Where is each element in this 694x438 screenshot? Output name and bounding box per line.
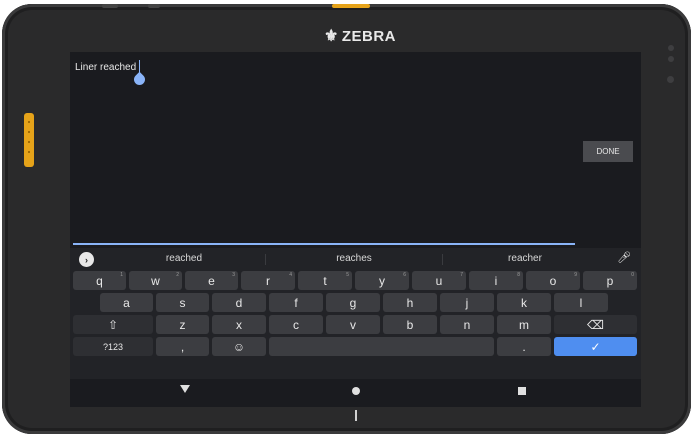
recents-square-icon[interactable] <box>518 387 526 395</box>
text-editor[interactable]: Liner reached <box>75 62 136 73</box>
suggestion-1[interactable]: reached <box>134 253 234 264</box>
symbols-key[interactable]: ?123 <box>73 337 153 356</box>
key-i[interactable]: i8 <box>469 271 523 290</box>
key-v[interactable]: v <box>326 315 380 334</box>
brand-logo: ⚜ ZEBRA <box>324 26 396 46</box>
key-q[interactable]: q1 <box>73 271 126 290</box>
screen: Liner reached DONE › reached reaches rea… <box>70 52 641 407</box>
key-l[interactable]: l <box>554 293 608 312</box>
key-h[interactable]: h <box>383 293 437 312</box>
key-k[interactable]: k <box>497 293 551 312</box>
key-e[interactable]: e3 <box>185 271 238 290</box>
zebra-logo-icon: ⚜ <box>324 28 339 45</box>
suggestion-strip: › reached reaches reacher 🎤︎ <box>70 248 641 270</box>
key-c[interactable]: c <box>269 315 323 334</box>
camera-dot <box>667 76 674 83</box>
key-m[interactable]: m <box>497 315 551 334</box>
period-key[interactable]: . <box>497 337 551 356</box>
top-button-scan <box>332 4 370 8</box>
key-s[interactable]: s <box>156 293 209 312</box>
sensor-dot-2 <box>668 56 674 62</box>
enter-key[interactable]: ✓ <box>554 337 637 356</box>
shift-key[interactable]: ⇧ <box>73 315 153 334</box>
emoji-key[interactable]: ☺ <box>212 337 266 356</box>
key-a[interactable]: a <box>100 293 153 312</box>
key-r[interactable]: r4 <box>241 271 295 290</box>
key-y[interactable]: y6 <box>355 271 409 290</box>
suggestion-divider <box>265 254 266 265</box>
navigation-bar <box>70 379 641 407</box>
top-button-mid <box>148 4 160 8</box>
chevron-right-icon[interactable]: › <box>79 252 94 267</box>
sensor-dot-1 <box>668 45 674 51</box>
input-underline <box>73 243 575 245</box>
check-icon: ✓ <box>590 339 601 354</box>
key-w[interactable]: w2 <box>129 271 182 290</box>
top-button-left <box>102 4 118 8</box>
home-circle-icon[interactable] <box>352 387 360 395</box>
emoji-icon: ☺ <box>232 339 246 354</box>
microphone-icon[interactable]: 🎤︎ <box>617 251 631 264</box>
side-scan-button[interactable] <box>24 113 34 167</box>
suggestion-2[interactable]: reaches <box>304 253 404 264</box>
brand-name: ZEBRA <box>341 27 397 45</box>
comma-key[interactable]: , <box>156 337 209 356</box>
key-j[interactable]: j <box>440 293 494 312</box>
key-u[interactable]: u7 <box>412 271 466 290</box>
done-button[interactable]: DONE <box>583 141 633 162</box>
cursor-handle[interactable] <box>131 71 148 88</box>
key-p[interactable]: p0 <box>583 271 637 290</box>
soft-keyboard: › reached reaches reacher 🎤︎ q1 w2 e3 r4… <box>70 248 641 379</box>
bottom-indicator <box>355 410 357 421</box>
key-z[interactable]: z <box>156 315 209 334</box>
tablet-device: ⚜ ZEBRA Liner reached DONE › reached rea… <box>2 4 691 434</box>
suggestion-3[interactable]: reacher <box>475 253 575 264</box>
key-x[interactable]: x <box>212 315 266 334</box>
key-o[interactable]: o9 <box>526 271 580 290</box>
backspace-icon: ⌫ <box>587 317 604 332</box>
editor-text: Liner reached <box>75 62 137 73</box>
suggestion-divider <box>442 254 443 265</box>
shift-icon: ⇧ <box>107 317 119 332</box>
key-f[interactable]: f <box>269 293 323 312</box>
key-n[interactable]: n <box>440 315 494 334</box>
key-g[interactable]: g <box>326 293 380 312</box>
space-bar[interactable] <box>269 337 494 356</box>
backspace-key[interactable]: ⌫ <box>554 315 637 334</box>
key-d[interactable]: d <box>212 293 266 312</box>
key-t[interactable]: t5 <box>298 271 352 290</box>
key-b[interactable]: b <box>383 315 437 334</box>
back-triangle-icon[interactable] <box>180 385 190 393</box>
